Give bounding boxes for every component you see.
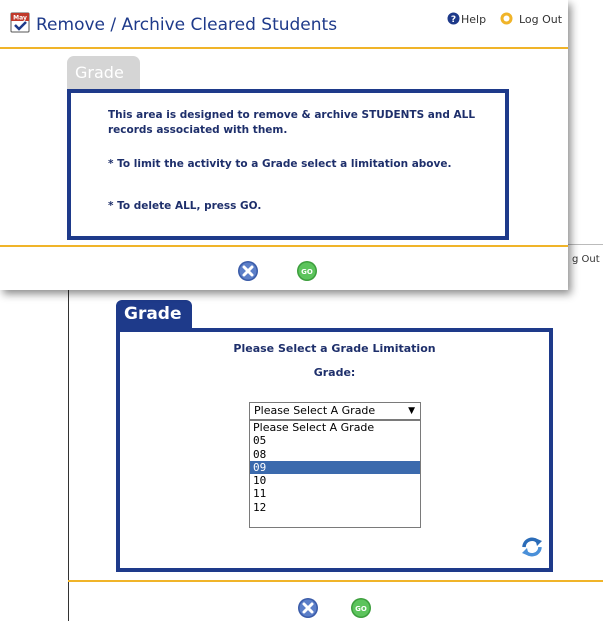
grade-options-list[interactable]: Please Select A Grade 05 08 09 10 11 12 — [249, 420, 421, 528]
cancel-icon[interactable] — [297, 597, 319, 619]
grade-option-highlighted[interactable]: 09 — [250, 460, 420, 475]
header-rule — [0, 47, 568, 49]
help-link[interactable]: Help — [461, 13, 486, 26]
go-button[interactable]: GO — [296, 260, 318, 282]
logout-link[interactable]: Log Out — [519, 13, 562, 26]
help-icon[interactable]: ? — [447, 12, 460, 25]
footer-rule — [68, 580, 603, 582]
logout-icon[interactable] — [500, 12, 513, 25]
go-button[interactable]: GO — [350, 597, 372, 619]
cancel-icon[interactable] — [237, 260, 259, 282]
refresh-icon[interactable] — [520, 535, 544, 559]
info-grade-hint: * To limit the activity to a Grade selec… — [108, 158, 452, 170]
info-description: This area is designed to remove & archiv… — [108, 109, 476, 136]
page-title: Remove / Archive Cleared Students — [36, 15, 338, 35]
chevron-down-icon[interactable]: ▼ — [408, 403, 415, 419]
calendar-icon-label: May — [13, 15, 27, 22]
tab-grade[interactable]: Grade — [116, 300, 192, 328]
grade-option[interactable]: Please Select A Grade — [250, 421, 420, 434]
background-divider-line — [68, 245, 69, 621]
info-delete-hint: * To delete ALL, press GO. — [108, 200, 262, 212]
footer-rule — [0, 245, 568, 247]
go-label: GO — [301, 268, 313, 276]
grade-option[interactable]: 12 — [250, 501, 420, 514]
grade-option[interactable]: 05 — [250, 434, 420, 447]
grade-select-value: Please Select A Grade — [254, 404, 376, 417]
grade-limitation-heading: Please Select a Grade Limitation — [233, 342, 436, 355]
calendar-icon: May — [10, 12, 30, 33]
background-logout-link[interactable]: g Out — [572, 254, 600, 265]
grade-option[interactable]: 11 — [250, 487, 420, 500]
grade-select[interactable]: Please Select A Grade ▼ — [249, 402, 421, 420]
grade-field-label: Grade: — [313, 366, 356, 379]
tab-grade-inactive[interactable]: Grade — [67, 56, 140, 89]
grade-option[interactable]: 10 — [250, 474, 420, 487]
svg-text:?: ? — [451, 15, 456, 25]
go-label: GO — [355, 605, 367, 613]
grade-option[interactable]: 08 — [250, 448, 420, 461]
